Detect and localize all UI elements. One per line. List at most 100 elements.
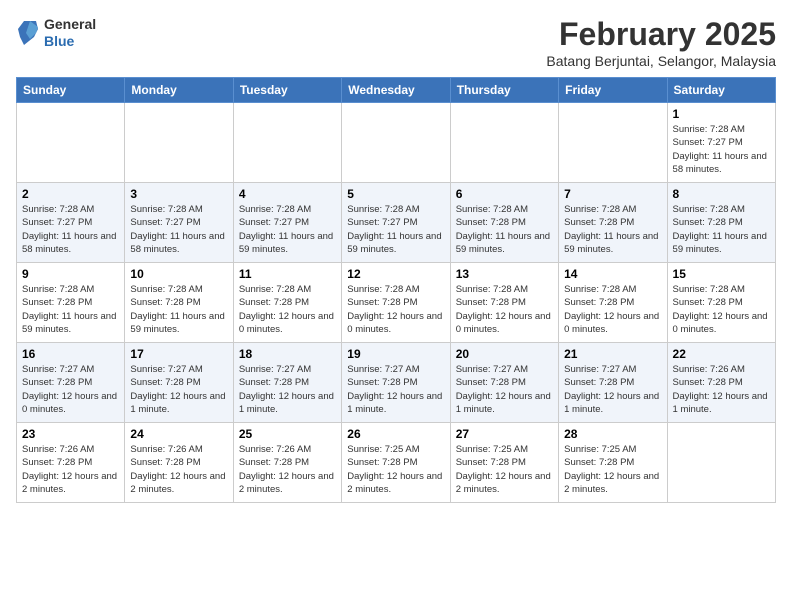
calendar-cell: 28 Sunrise: 7:25 AM Sunset: 7:28 PM Dayli…: [559, 423, 667, 503]
day-number: 28: [564, 427, 661, 441]
day-number: 2: [22, 187, 119, 201]
title-area: February 2025 Batang Berjuntai, Selangor…: [546, 16, 776, 69]
calendar-cell: 12Sunrise: 7:28 AM Sunset: 7:28 PM Dayli…: [342, 263, 450, 343]
day-detail: Sunrise: 7:28 AM Sunset: 7:28 PM Dayligh…: [456, 203, 553, 256]
calendar-cell: 6 Sunrise: 7:28 AM Sunset: 7:28 PM Daylig…: [450, 183, 558, 263]
day-header-saturday: Saturday: [667, 78, 775, 103]
day-detail: Sunrise: 7:27 AM Sunset: 7:28 PM Dayligh…: [456, 363, 553, 416]
week-row-3: 9 Sunrise: 7:28 AM Sunset: 7:28 PM Daylig…: [17, 263, 776, 343]
day-number: 13: [456, 267, 553, 281]
calendar-cell: 24 Sunrise: 7:26 AM Sunset: 7:28 PM Dayli…: [125, 423, 233, 503]
day-number: 3: [130, 187, 227, 201]
day-header-tuesday: Tuesday: [233, 78, 341, 103]
day-detail: Sunrise: 7:27 AM Sunset: 7:28 PM Dayligh…: [22, 363, 119, 416]
day-number: 1: [673, 107, 770, 121]
week-row-1: 1 Sunrise: 7:28 AM Sunset: 7:27 PM Daylig…: [17, 103, 776, 183]
calendar-cell: 10 Sunrise: 7:28 AM Sunset: 7:28 PM Dayli…: [125, 263, 233, 343]
calendar-cell: [17, 103, 125, 183]
calendar-table: SundayMondayTuesdayWednesdayThursdayFrid…: [16, 77, 776, 503]
day-number: 20: [456, 347, 553, 361]
day-detail: Sunrise: 7:25 AM Sunset: 7:28 PM Dayligh…: [564, 443, 661, 496]
calendar-cell: 16 Sunrise: 7:27 AM Sunset: 7:28 PM Dayli…: [17, 343, 125, 423]
calendar-cell: [450, 103, 558, 183]
day-detail: Sunrise: 7:28 AM Sunset: 7:28 PM Dayligh…: [130, 283, 227, 336]
day-detail: Sunrise: 7:28 AM Sunset: 7:28 PM Dayligh…: [22, 283, 119, 336]
calendar-cell: 13 Sunrise: 7:28 AM Sunset: 7:28 PM Dayli…: [450, 263, 558, 343]
day-header-sunday: Sunday: [17, 78, 125, 103]
day-number: 9: [22, 267, 119, 281]
logo-text: General Blue: [44, 16, 96, 50]
calendar-cell: 7Sunrise: 7:28 AM Sunset: 7:28 PM Daylig…: [559, 183, 667, 263]
location: Batang Berjuntai, Selangor, Malaysia: [546, 53, 776, 69]
calendar-cell: 22 Sunrise: 7:26 AM Sunset: 7:28 PM Dayli…: [667, 343, 775, 423]
week-row-2: 2 Sunrise: 7:28 AM Sunset: 7:27 PM Daylig…: [17, 183, 776, 263]
calendar-cell: 14 Sunrise: 7:28 AM Sunset: 7:28 PM Dayli…: [559, 263, 667, 343]
calendar-cell: 11Sunrise: 7:28 AM Sunset: 7:28 PM Dayli…: [233, 263, 341, 343]
day-number: 12: [347, 267, 444, 281]
logo: General Blue: [16, 16, 96, 50]
day-detail: Sunrise: 7:28 AM Sunset: 7:28 PM Dayligh…: [456, 283, 553, 336]
day-number: 17: [130, 347, 227, 361]
day-detail: Sunrise: 7:28 AM Sunset: 7:27 PM Dayligh…: [239, 203, 336, 256]
calendar-cell: [667, 423, 775, 503]
day-detail: Sunrise: 7:25 AM Sunset: 7:28 PM Dayligh…: [456, 443, 553, 496]
calendar-cell: 4 Sunrise: 7:28 AM Sunset: 7:27 PM Daylig…: [233, 183, 341, 263]
day-header-monday: Monday: [125, 78, 233, 103]
day-number: 6: [456, 187, 553, 201]
calendar-cell: [125, 103, 233, 183]
calendar-cell: 1 Sunrise: 7:28 AM Sunset: 7:27 PM Daylig…: [667, 103, 775, 183]
day-number: 25: [239, 427, 336, 441]
day-number: 22: [673, 347, 770, 361]
day-detail: Sunrise: 7:28 AM Sunset: 7:27 PM Dayligh…: [22, 203, 119, 256]
day-number: 19: [347, 347, 444, 361]
day-detail: Sunrise: 7:27 AM Sunset: 7:28 PM Dayligh…: [564, 363, 661, 416]
day-number: 21: [564, 347, 661, 361]
day-number: 4: [239, 187, 336, 201]
day-number: 23: [22, 427, 119, 441]
day-header-thursday: Thursday: [450, 78, 558, 103]
day-detail: Sunrise: 7:28 AM Sunset: 7:28 PM Dayligh…: [564, 283, 661, 336]
logo-general-text: General: [44, 16, 96, 33]
day-detail: Sunrise: 7:26 AM Sunset: 7:28 PM Dayligh…: [130, 443, 227, 496]
day-detail: Sunrise: 7:28 AM Sunset: 7:27 PM Dayligh…: [673, 123, 770, 176]
calendar-cell: 9 Sunrise: 7:28 AM Sunset: 7:28 PM Daylig…: [17, 263, 125, 343]
day-header-wednesday: Wednesday: [342, 78, 450, 103]
day-number: 27: [456, 427, 553, 441]
calendar-cell: 3Sunrise: 7:28 AM Sunset: 7:27 PM Daylig…: [125, 183, 233, 263]
day-number: 14: [564, 267, 661, 281]
day-detail: Sunrise: 7:28 AM Sunset: 7:27 PM Dayligh…: [347, 203, 444, 256]
day-detail: Sunrise: 7:27 AM Sunset: 7:28 PM Dayligh…: [347, 363, 444, 416]
calendar-cell: 21 Sunrise: 7:27 AM Sunset: 7:28 PM Dayli…: [559, 343, 667, 423]
day-detail: Sunrise: 7:26 AM Sunset: 7:28 PM Dayligh…: [673, 363, 770, 416]
day-detail: Sunrise: 7:28 AM Sunset: 7:28 PM Dayligh…: [673, 283, 770, 336]
calendar-cell: 23Sunrise: 7:26 AM Sunset: 7:28 PM Dayli…: [17, 423, 125, 503]
day-number: 24: [130, 427, 227, 441]
calendar-cell: 8Sunrise: 7:28 AM Sunset: 7:28 PM Daylig…: [667, 183, 775, 263]
day-header-friday: Friday: [559, 78, 667, 103]
day-detail: Sunrise: 7:27 AM Sunset: 7:28 PM Dayligh…: [239, 363, 336, 416]
day-detail: Sunrise: 7:27 AM Sunset: 7:28 PM Dayligh…: [130, 363, 227, 416]
day-detail: Sunrise: 7:25 AM Sunset: 7:28 PM Dayligh…: [347, 443, 444, 496]
day-number: 7: [564, 187, 661, 201]
day-number: 15: [673, 267, 770, 281]
calendar-cell: [233, 103, 341, 183]
calendar-cell: 20 Sunrise: 7:27 AM Sunset: 7:28 PM Dayli…: [450, 343, 558, 423]
calendar-cell: 18 Sunrise: 7:27 AM Sunset: 7:28 PM Dayli…: [233, 343, 341, 423]
calendar-cell: 25Sunrise: 7:26 AM Sunset: 7:28 PM Dayli…: [233, 423, 341, 503]
day-number: 18: [239, 347, 336, 361]
week-row-5: 23 Sunrise: 7:26 AM Sunset: 7:28 PM Dayli…: [17, 423, 776, 503]
calendar-cell: [559, 103, 667, 183]
calendar-cell: [342, 103, 450, 183]
logo-blue-text: Blue: [44, 33, 96, 50]
calendar-cell: 26 Sunrise: 7:25 AM Sunset: 7:28 PM Dayli…: [342, 423, 450, 503]
day-number: 16: [22, 347, 119, 361]
day-number: 10: [130, 267, 227, 281]
calendar-cell: 17 Sunrise: 7:27 AM Sunset: 7:28 PM Dayli…: [125, 343, 233, 423]
day-number: 26: [347, 427, 444, 441]
day-number: 11: [239, 267, 336, 281]
calendar-cell: 15 Sunrise: 7:28 AM Sunset: 7:28 PM Dayli…: [667, 263, 775, 343]
logo-icon: [16, 19, 40, 47]
calendar-cell: 27 Sunrise: 7:25 AM Sunset: 7:28 PM Dayli…: [450, 423, 558, 503]
calendar-cell: 2 Sunrise: 7:28 AM Sunset: 7:27 PM Daylig…: [17, 183, 125, 263]
day-detail: Sunrise: 7:28 AM Sunset: 7:28 PM Dayligh…: [673, 203, 770, 256]
